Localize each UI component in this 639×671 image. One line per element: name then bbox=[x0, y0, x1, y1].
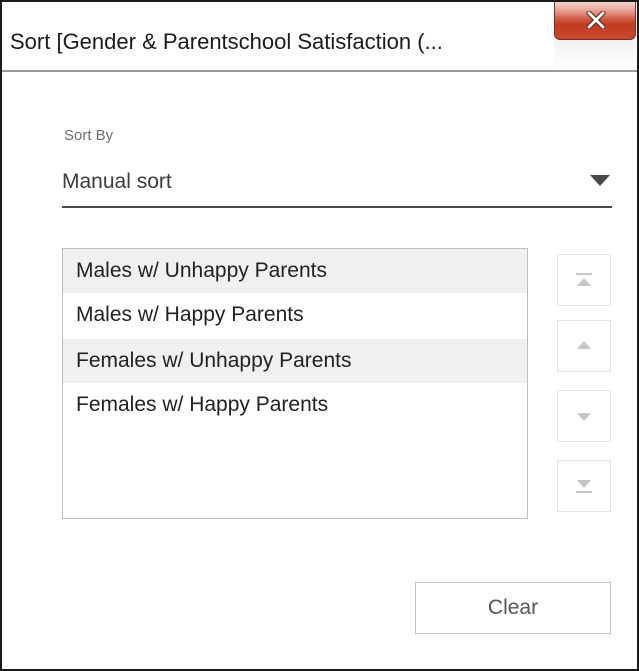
list-item[interactable]: Males w/ Happy Parents bbox=[63, 293, 527, 337]
chevron-down-icon bbox=[590, 175, 610, 186]
move-to-top-icon bbox=[576, 273, 592, 286]
move-to-top-button[interactable] bbox=[557, 254, 611, 306]
move-to-bottom-button[interactable] bbox=[557, 460, 611, 512]
move-up-button[interactable] bbox=[557, 320, 611, 372]
title-bar-fade bbox=[554, 40, 636, 68]
move-down-icon bbox=[577, 413, 591, 421]
sort-dialog: Sort [Gender & Parentschool Satisfaction… bbox=[0, 0, 639, 671]
close-button[interactable] bbox=[554, 2, 636, 40]
move-to-bottom-icon bbox=[576, 480, 592, 493]
list-item[interactable]: Females w/ Happy Parents bbox=[63, 383, 527, 427]
sort-by-value: Manual sort bbox=[62, 170, 172, 193]
close-icon bbox=[586, 11, 606, 29]
move-up-icon bbox=[577, 341, 591, 349]
list-item[interactable]: Females w/ Unhappy Parents bbox=[63, 339, 527, 383]
sort-by-label: Sort By bbox=[64, 127, 114, 144]
sort-by-dropdown[interactable]: Manual sort bbox=[62, 160, 612, 208]
title-bar[interactable]: Sort [Gender & Parentschool Satisfaction… bbox=[2, 2, 637, 72]
list-item[interactable]: Males w/ Unhappy Parents bbox=[63, 249, 527, 293]
move-down-button[interactable] bbox=[557, 390, 611, 442]
clear-button[interactable]: Clear bbox=[415, 582, 611, 634]
sort-order-list[interactable]: Males w/ Unhappy Parents Males w/ Happy … bbox=[62, 248, 528, 519]
dialog-title: Sort [Gender & Parentschool Satisfaction… bbox=[10, 29, 443, 54]
